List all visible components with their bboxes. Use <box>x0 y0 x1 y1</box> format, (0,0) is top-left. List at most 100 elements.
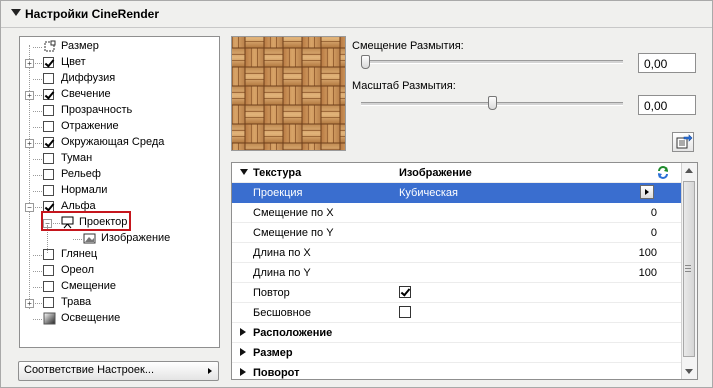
expand-triangle-icon[interactable] <box>240 368 246 376</box>
tree-item[interactable]: + Свечение <box>20 87 219 103</box>
tree-item[interactable]: Рельеф <box>20 167 219 183</box>
property-group-row[interactable]: Поворот <box>232 363 681 379</box>
channel-checkbox[interactable] <box>43 297 54 308</box>
expand-triangle-icon[interactable] <box>240 328 246 336</box>
tree-item[interactable]: + Цвет <box>20 55 219 71</box>
scroll-down-icon[interactable] <box>685 369 693 374</box>
tree-connector <box>33 143 42 144</box>
tree-item-label: Нормали <box>61 184 108 196</box>
property-group-row[interactable]: Расположение <box>232 323 681 343</box>
blur-offset-value: 0,00 <box>644 57 668 71</box>
expand-triangle-icon[interactable] <box>240 169 248 175</box>
channel-checkbox[interactable] <box>43 105 54 116</box>
property-checkbox[interactable] <box>399 286 411 298</box>
tree-connector <box>33 159 42 160</box>
channel-checkbox[interactable] <box>43 137 54 148</box>
blur-offset-field[interactable]: 0,00 <box>638 53 696 73</box>
blur-offset-track[interactable] <box>361 60 623 64</box>
scroll-up-icon[interactable] <box>685 168 693 173</box>
property-row[interactable]: Повтор <box>232 283 681 303</box>
collapse-triangle-icon[interactable] <box>11 9 21 16</box>
tree-item[interactable]: Освещение <box>20 311 219 327</box>
tree-connector <box>73 239 82 240</box>
channel-checkbox[interactable] <box>43 57 54 68</box>
channel-checkbox[interactable] <box>43 169 54 180</box>
tree-item[interactable]: Нормали <box>20 183 219 199</box>
export-button[interactable] <box>672 132 694 152</box>
grip-line <box>685 268 691 269</box>
property-row[interactable]: Бесшовное <box>232 303 681 323</box>
grip-line <box>685 271 691 272</box>
settings-match-button[interactable]: Соответствие Настроек... <box>18 361 219 381</box>
tree-item[interactable]: + Окружающая Среда <box>20 135 219 151</box>
channel-checkbox[interactable] <box>43 185 54 196</box>
projection-value[interactable]: Кубическая <box>399 187 458 199</box>
header-divider <box>1 27 712 28</box>
tree-connector <box>33 255 42 256</box>
image-icon <box>83 233 96 244</box>
property-group-name: Расположение <box>253 327 333 339</box>
tree-item-label: Изображение <box>101 232 171 244</box>
property-group-row[interactable]: Размер <box>232 343 681 363</box>
property-name: Бесшовное <box>253 307 311 319</box>
property-row[interactable]: Длина по X 100 <box>232 243 681 263</box>
tree-item[interactable]: Ореол <box>20 263 219 279</box>
tree-item[interactable]: Туман <box>20 151 219 167</box>
submenu-arrow-icon[interactable] <box>640 185 654 199</box>
texture-preview <box>231 36 346 151</box>
property-value[interactable]: 0 <box>651 207 657 219</box>
blur-offset-slider[interactable] <box>361 55 370 69</box>
channel-checkbox[interactable] <box>43 249 54 260</box>
cinerender-settings-panel: Настройки CineRender Размер + Цвет Диффузия… <box>0 0 713 388</box>
texture-group-value: Изображение <box>399 167 472 179</box>
property-name: Длина по Y <box>253 267 311 279</box>
grip-line <box>685 265 691 266</box>
tree-item-label: Ореол <box>61 264 95 276</box>
property-value[interactable]: 100 <box>639 267 657 279</box>
property-row[interactable]: Проекция Кубическая <box>232 183 681 203</box>
tree-item[interactable]: Глянец <box>20 247 219 263</box>
tree-item[interactable]: Изображение <box>20 231 219 247</box>
channel-checkbox[interactable] <box>43 73 54 84</box>
property-row[interactable]: Смещение по X 0 <box>232 203 681 223</box>
property-value[interactable]: 100 <box>639 247 657 259</box>
tree-item[interactable]: Отражение <box>20 119 219 135</box>
refresh-icon[interactable] <box>656 165 670 179</box>
channel-tree[interactable]: Размер + Цвет Диффузия + Свечение Прозрачность… <box>19 36 220 348</box>
tree-connector <box>33 207 42 208</box>
tree-connector <box>33 127 42 128</box>
texture-group-row[interactable]: Текстура Изображение <box>232 163 681 183</box>
property-name: Смещение по X <box>253 207 334 219</box>
tree-item-label: Окружающая Среда <box>61 136 165 148</box>
property-row[interactable]: Длина по Y 100 <box>232 263 681 283</box>
panel-header[interactable]: Настройки CineRender <box>1 1 712 28</box>
channel-checkbox[interactable] <box>43 281 54 292</box>
tree-connector <box>33 79 42 80</box>
tree-item[interactable]: Размер <box>20 39 219 55</box>
tree-item-label: Смещение <box>61 280 117 292</box>
properties-scrollbar[interactable] <box>681 163 697 379</box>
tree-item[interactable]: + Трава <box>20 295 219 311</box>
channel-checkbox[interactable] <box>43 121 54 132</box>
blur-scale-label: Масштаб Размытия: <box>352 80 456 92</box>
channel-checkbox[interactable] <box>43 153 54 164</box>
tree-connector <box>33 63 42 64</box>
tree-connector <box>33 95 42 96</box>
tree-item[interactable]: Диффузия <box>20 71 219 87</box>
channel-checkbox[interactable] <box>43 89 54 100</box>
blur-scale-field[interactable]: 0,00 <box>638 95 696 115</box>
property-name: Повтор <box>253 287 290 299</box>
expand-triangle-icon[interactable] <box>240 348 246 356</box>
blur-scale-slider[interactable] <box>487 96 497 110</box>
tree-item-label: Размер <box>61 40 99 52</box>
property-row[interactable]: Смещение по Y 0 <box>232 223 681 243</box>
scrollbar-thumb[interactable] <box>683 181 695 357</box>
tree-connector <box>33 175 42 176</box>
tree-item-label: Отражение <box>61 120 119 132</box>
tree-item[interactable]: Прозрачность <box>20 103 219 119</box>
property-value[interactable]: 0 <box>651 227 657 239</box>
property-checkbox[interactable] <box>399 306 411 318</box>
texture-properties-table[interactable]: Текстура Изображение Проекция Кубическая С… <box>231 162 698 380</box>
tree-item[interactable]: Смещение <box>20 279 219 295</box>
channel-checkbox[interactable] <box>43 265 54 276</box>
